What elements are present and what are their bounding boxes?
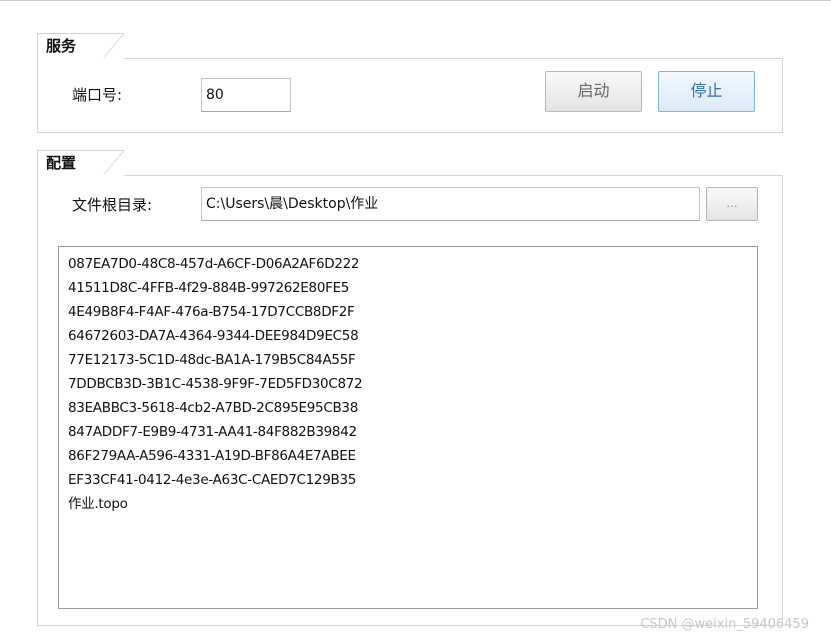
list-item[interactable]: 7DDBCB3D-3B1C-4538-9F9F-7ED5FD30C872	[68, 372, 757, 396]
file-list[interactable]: 087EA7D0-48C8-457d-A6CF-D06A2AF6D222 415…	[58, 246, 758, 609]
list-item[interactable]: 087EA7D0-48C8-457d-A6CF-D06A2AF6D222	[68, 252, 757, 276]
list-item[interactable]: 83EABBC3-5618-4cb2-A7BD-2C895E95CB38	[68, 396, 757, 420]
watermark: CSDN @weixin_59406459	[640, 617, 809, 632]
port-input[interactable]: 80	[201, 78, 291, 112]
port-label: 端口号:	[72, 86, 123, 104]
root-dir-input[interactable]: C:\Users\晨\Desktop\作业	[201, 187, 700, 221]
list-item[interactable]: 77E12173-5C1D-48dc-BA1A-179B5C84A55F	[68, 348, 757, 372]
window-top-border	[0, 0, 831, 1]
list-item[interactable]: 4E49B8F4-F4AF-476a-B754-17D7CCB8DF2F	[68, 300, 757, 324]
root-dir-label: 文件根目录:	[72, 196, 153, 214]
list-item[interactable]: 86F279AA-A596-4331-A19D-BF86A4E7ABEE	[68, 444, 757, 468]
list-item[interactable]: 847ADDF7-E9B9-4731-AA41-84F882B39842	[68, 420, 757, 444]
start-button[interactable]: 启动	[545, 71, 642, 112]
config-group-title: 配置	[37, 150, 125, 176]
list-item[interactable]: 64672603-DA7A-4364-9344-DEE984D9EC58	[68, 324, 757, 348]
stop-button[interactable]: 停止	[658, 71, 755, 112]
service-group-title: 服务	[37, 33, 125, 59]
list-item[interactable]: EF33CF41-0412-4e3e-A63C-CAED7C129B35	[68, 468, 757, 492]
browse-button[interactable]: ...	[706, 187, 758, 221]
list-item[interactable]: 41511D8C-4FFB-4f29-884B-997262E80FE5	[68, 276, 757, 300]
list-item[interactable]: 作业.topo	[68, 492, 757, 516]
